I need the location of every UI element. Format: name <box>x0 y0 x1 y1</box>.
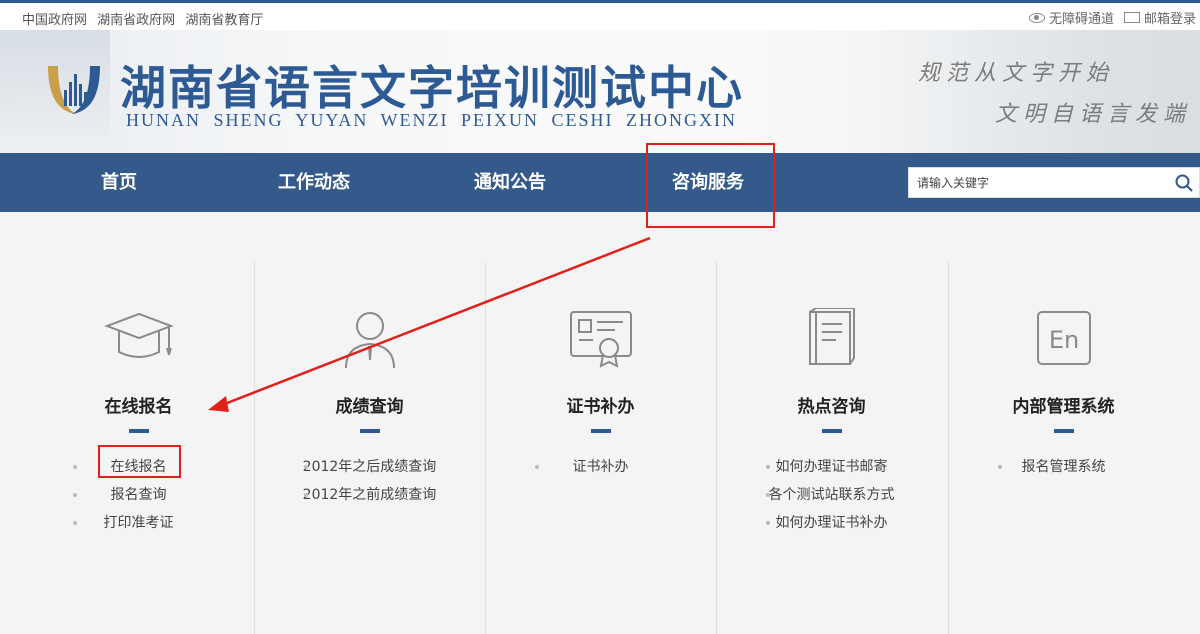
graduation-cap-icon[interactable] <box>103 308 175 370</box>
link-scores-before-2012[interactable]: 2012年之前成绩查询 <box>303 487 437 503</box>
nav-home[interactable]: 首页 <box>101 153 137 212</box>
site-header: 湖南省语言文字培训测试中心 HUNAN SHENG YUYAN WENZI PE… <box>0 30 1200 153</box>
search-icon[interactable] <box>1175 174 1193 192</box>
header-decoration-right <box>870 30 1200 153</box>
search-input[interactable] <box>917 173 1167 193</box>
site-subtitle: HUNAN SHENG YUYAN WENZI PEIXUN CESHI ZHO… <box>126 110 737 130</box>
list-item: 报名查询 <box>23 485 254 513</box>
list-item: 打印准考证 <box>23 513 254 541</box>
column-links: 如何办理证书邮寄 各个测试站联系方式 如何办理证书补办 <box>716 457 947 541</box>
slogan-line-2: 文明自语言发端 <box>995 102 1192 127</box>
search-box <box>908 167 1200 198</box>
list-item: 如何办理证书邮寄 <box>716 457 947 485</box>
site-title[interactable]: 湖南省语言文字培训测试中心 <box>120 52 744 118</box>
link-certificate-reissue-howto[interactable]: 如何办理证书补办 <box>776 515 888 531</box>
column-links: 报名管理系统 <box>948 457 1179 485</box>
accessibility-link[interactable]: 无障碍通道 <box>1028 8 1114 27</box>
top-link-education-dept[interactable]: 湖南省教育厅 <box>185 13 263 28</box>
certificate-icon[interactable] <box>565 308 637 370</box>
person-icon[interactable] <box>334 308 406 370</box>
column-title: 在线报名 <box>104 397 173 417</box>
top-links: 中国政府网 湖南省政府网 湖南省教育厅 <box>22 9 269 28</box>
top-link-gov[interactable]: 中国政府网 <box>22 13 87 28</box>
mail-login-label: 邮箱登录 <box>1143 12 1196 27</box>
service-column-internal: En 内部管理系统 报名管理系统 <box>948 262 1179 634</box>
en-icon[interactable]: En <box>1028 308 1100 370</box>
top-bar: 中国政府网 湖南省政府网 湖南省教育厅 无障碍通道 邮箱登录 <box>0 0 1200 30</box>
highlight-box-nav <box>646 143 775 228</box>
title-underline <box>1053 429 1074 433</box>
link-certificate-reissue[interactable]: 证书补办 <box>573 459 629 475</box>
service-column-faq: 热点咨询 如何办理证书邮寄 各个测试站联系方式 如何办理证书补办 <box>716 262 947 634</box>
title-underline <box>128 429 149 433</box>
list-item: 2012年之后成绩查询 <box>254 457 485 485</box>
title-underline <box>359 429 380 433</box>
link-registration-query[interactable]: 报名查询 <box>111 487 167 503</box>
list-item: 2012年之前成绩查询 <box>254 485 485 513</box>
link-print-admission-ticket[interactable]: 打印准考证 <box>104 515 174 531</box>
nav-notices[interactable]: 通知公告 <box>474 153 546 212</box>
link-test-station-contacts[interactable]: 各个测试站联系方式 <box>769 487 895 503</box>
service-column-scores: 成绩查询 2012年之后成绩查询 2012年之前成绩查询 <box>254 262 485 634</box>
column-title: 内部管理系统 <box>1012 397 1115 417</box>
mail-icon <box>1123 12 1140 23</box>
top-link-hunan-gov[interactable]: 湖南省政府网 <box>97 13 175 28</box>
nav-work-news[interactable]: 工作动态 <box>278 153 350 212</box>
column-title: 热点咨询 <box>797 397 866 417</box>
link-scores-after-2012[interactable]: 2012年之后成绩查询 <box>303 459 437 475</box>
list-item: 各个测试站联系方式 <box>716 485 947 513</box>
mail-login-link[interactable]: 邮箱登录 <box>1123 8 1196 27</box>
accessibility-label: 无障碍通道 <box>1048 12 1114 27</box>
column-links: 2012年之后成绩查询 2012年之前成绩查询 <box>254 457 485 513</box>
column-title: 证书补办 <box>566 397 635 417</box>
list-item: 如何办理证书补办 <box>716 513 947 541</box>
link-certificate-mailing[interactable]: 如何办理证书邮寄 <box>776 459 888 475</box>
site-logo-icon[interactable] <box>44 60 104 118</box>
column-links: 证书补办 <box>485 457 716 485</box>
eye-icon <box>1028 12 1045 23</box>
column-title: 成绩查询 <box>335 397 404 417</box>
list-item: 报名管理系统 <box>948 457 1179 485</box>
top-right-links: 无障碍通道 邮箱登录 <box>1028 8 1196 27</box>
slogan-line-1: 规范从文字开始 <box>918 61 1115 86</box>
title-underline <box>821 429 842 433</box>
title-underline <box>590 429 611 433</box>
svg-text:En: En <box>1048 326 1078 354</box>
highlight-box-link <box>98 445 181 478</box>
service-column-certificate: 证书补办 证书补办 <box>485 262 716 634</box>
link-registration-management-system[interactable]: 报名管理系统 <box>1022 459 1106 475</box>
list-item: 证书补办 <box>485 457 716 485</box>
book-icon[interactable] <box>796 308 868 370</box>
